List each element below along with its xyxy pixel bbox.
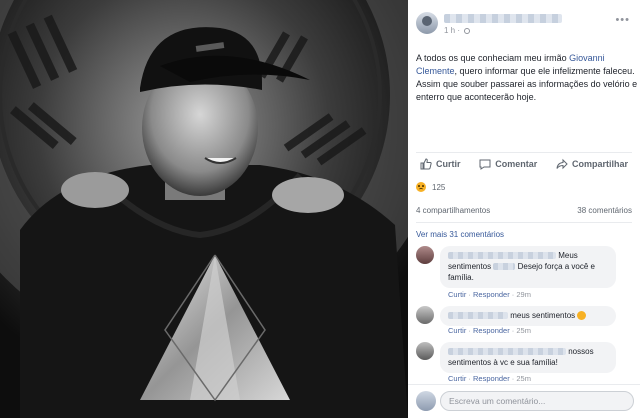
comment-reply-link[interactable]: Responder bbox=[473, 290, 510, 299]
reactions-summary[interactable]: 125 bbox=[416, 182, 445, 192]
post-text: A todos os que conheciam meu irmão Giova… bbox=[416, 52, 638, 104]
post-text-before: A todos os que conheciam meu irmão bbox=[416, 53, 570, 63]
post-header: 1 h · ••• bbox=[414, 8, 634, 38]
share-button[interactable]: Compartilhar bbox=[556, 158, 628, 170]
author-name-redacted[interactable] bbox=[444, 14, 562, 23]
commenter-name-redacted[interactable] bbox=[448, 348, 566, 355]
sad-face-emoji-icon bbox=[577, 311, 587, 320]
comment-meta: Curtir · Responder · 29m bbox=[448, 290, 531, 299]
meta-separator: · bbox=[457, 26, 461, 35]
comment-input[interactable]: Escreva um comentário... GIF bbox=[440, 391, 634, 411]
shares-count[interactable]: 4 compartilhamentos bbox=[416, 206, 490, 215]
author-avatar[interactable] bbox=[416, 12, 438, 34]
comment-bubble-icon bbox=[479, 159, 491, 170]
comment-text-a: meus sentimentos bbox=[510, 311, 576, 320]
engagement-counts: 4 compartilhamentos 38 comentários bbox=[416, 206, 632, 215]
commenter-avatar[interactable] bbox=[416, 306, 434, 324]
thumbs-up-icon bbox=[420, 157, 432, 169]
post-photo[interactable] bbox=[0, 0, 408, 418]
comment-like-link[interactable]: Curtir bbox=[448, 374, 466, 383]
comments-count[interactable]: 38 comentários bbox=[577, 206, 632, 215]
comment-text-a: Meus bbox=[558, 251, 578, 260]
sad-reaction-icon bbox=[416, 182, 426, 192]
share-label: Compartilhar bbox=[571, 158, 628, 169]
section-divider bbox=[416, 222, 632, 223]
globe-icon bbox=[464, 28, 471, 34]
commenter-avatar[interactable] bbox=[416, 342, 434, 360]
like-label: Curtir bbox=[436, 158, 461, 169]
comment-time[interactable]: 25m bbox=[516, 326, 531, 335]
comment-text-a: nossos bbox=[568, 347, 594, 356]
comment-label: Comentar bbox=[495, 158, 538, 169]
post-meta: 1 h · bbox=[444, 26, 471, 35]
comment-composer: Escreva um comentário... GIF bbox=[408, 384, 640, 418]
mention-redacted[interactable] bbox=[493, 263, 516, 270]
post-side-panel: 1 h · ••• A todos os que conheciam meu i… bbox=[408, 0, 640, 418]
comment-time[interactable]: 25m bbox=[516, 374, 531, 383]
post-actions-bar: Curtir Comentar Compartilhar bbox=[416, 152, 632, 174]
comment-button[interactable]: Comentar bbox=[479, 158, 537, 170]
comment-meta: Curtir · Responder · 25m bbox=[448, 326, 531, 335]
comment-like-link[interactable]: Curtir bbox=[448, 326, 466, 335]
more-options-icon[interactable]: ••• bbox=[615, 14, 630, 26]
commenter-name-redacted[interactable] bbox=[448, 312, 508, 319]
commenter-name-redacted[interactable] bbox=[448, 252, 556, 259]
photo-image bbox=[0, 0, 408, 418]
comment-meta: Curtir · Responder · 25m bbox=[448, 374, 531, 383]
comment-bubble: meus sentimentos bbox=[440, 306, 616, 326]
comment-time[interactable]: 29m bbox=[516, 290, 531, 299]
post-time[interactable]: 1 h bbox=[444, 26, 455, 35]
viewer-avatar bbox=[416, 391, 436, 411]
photo-viewer: 1 h · ••• A todos os que conheciam meu i… bbox=[0, 0, 640, 418]
reactions-count: 125 bbox=[432, 182, 446, 192]
comment-bubble: Meus sentimentos Desejo força a você e f… bbox=[440, 246, 616, 288]
comment-input-placeholder: Escreva um comentário... bbox=[449, 396, 546, 406]
comment-text-b: sentimentos à vc e sua família! bbox=[448, 358, 558, 367]
comment-reply-link[interactable]: Responder bbox=[473, 374, 510, 383]
comment-like-link[interactable]: Curtir bbox=[448, 290, 466, 299]
like-button[interactable]: Curtir bbox=[420, 157, 461, 170]
commenter-avatar[interactable] bbox=[416, 246, 434, 264]
comment-text-b: sentimentos bbox=[448, 262, 492, 271]
comment-reply-link[interactable]: Responder bbox=[473, 326, 510, 335]
comment-bubble: nossos sentimentos à vc e sua família! bbox=[440, 342, 616, 373]
share-arrow-icon bbox=[556, 158, 568, 169]
see-more-comments-link[interactable]: Ver mais 31 comentários bbox=[416, 230, 504, 239]
